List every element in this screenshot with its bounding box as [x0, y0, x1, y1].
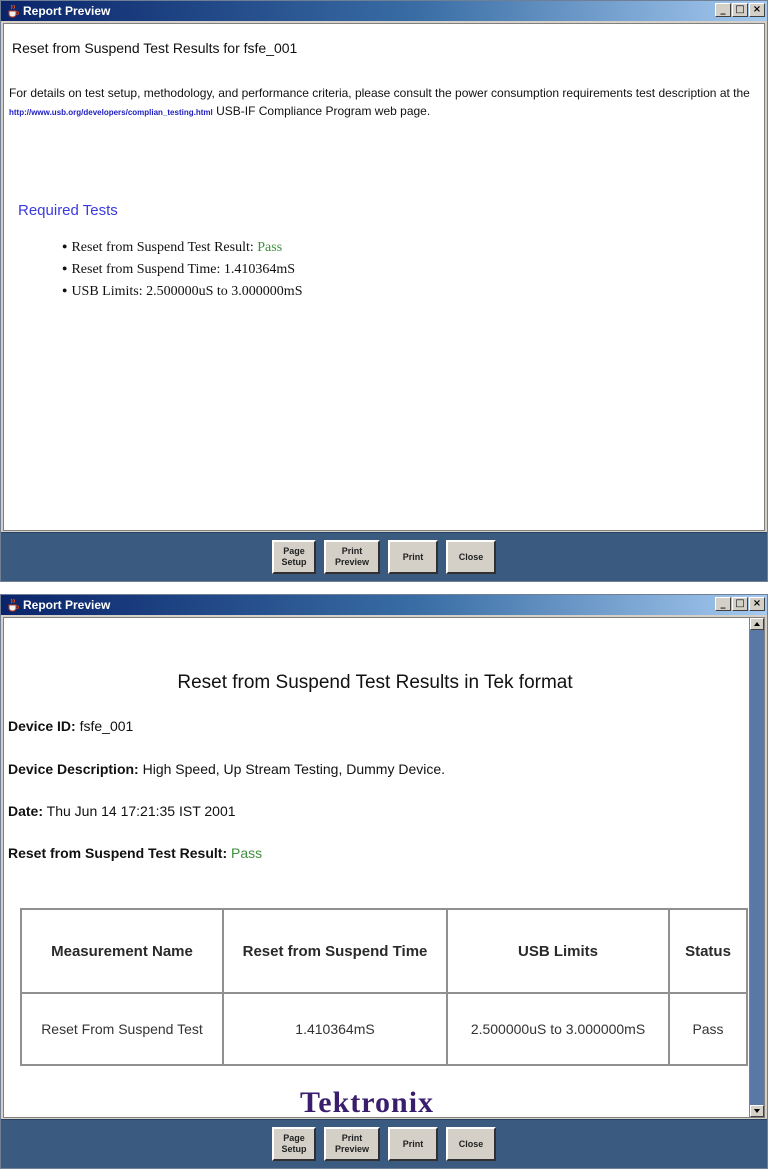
report-preview-window-2: Report Preview _ □ × Reset from Suspend …: [0, 594, 768, 1169]
column-header: USB Limits: [446, 908, 670, 994]
report-heading: Reset from Suspend Test Results for fsfe…: [12, 40, 298, 56]
vertical-scrollbar[interactable]: [749, 618, 764, 1117]
print-preview-button[interactable]: Print Preview: [324, 540, 380, 574]
intro-text: For details on test setup, methodology, …: [9, 86, 750, 100]
print-button[interactable]: Print: [388, 1127, 438, 1161]
java-cup-icon: [7, 598, 19, 612]
report-content: Reset from Suspend Test Results in Tek f…: [3, 617, 765, 1118]
column-header: Status: [668, 908, 748, 994]
list-item: USB Limits: 2.500000uS to 3.000000mS: [62, 280, 302, 302]
close-icon[interactable]: ×: [749, 597, 765, 611]
table-cell: Reset From Suspend Test: [20, 992, 224, 1066]
tektronix-logo: Tektronix: [300, 1086, 435, 1118]
close-button[interactable]: Close: [446, 540, 496, 574]
device-description-line: Device Description: High Speed, Up Strea…: [8, 761, 446, 777]
list-item: Reset from Suspend Test Result: Pass: [62, 236, 302, 258]
report-content: Reset from Suspend Test Results for fsfe…: [3, 23, 765, 531]
list-item: Reset from Suspend Time: 1.410364mS: [62, 258, 302, 280]
table-row: Reset From Suspend Test 1.410364mS 2.500…: [20, 992, 748, 1066]
tek-report-heading: Reset from Suspend Test Results in Tek f…: [177, 672, 573, 693]
date-line: Date: Thu Jun 14 17:21:35 IST 2001: [8, 803, 236, 819]
table-cell: 1.410364mS: [222, 992, 448, 1066]
button-bar: Page Setup Print Preview Print Close: [1, 532, 767, 581]
title-bar[interactable]: Report Preview _ □ ×: [1, 595, 767, 615]
page-setup-button[interactable]: Page Setup: [272, 1127, 316, 1161]
column-header: Measurement Name: [20, 908, 224, 994]
scroll-up-icon[interactable]: [750, 618, 764, 630]
results-table: Measurement Name Reset from Suspend Time…: [20, 908, 748, 1066]
column-header: Reset from Suspend Time: [222, 908, 448, 994]
status-pass: Pass: [231, 845, 263, 861]
button-bar: Page Setup Print Preview Print Close: [1, 1119, 767, 1168]
required-tests-heading: Required Tests: [18, 202, 118, 219]
intro-text-end: USB-IF Compliance Program web page.: [216, 104, 431, 118]
title-bar[interactable]: Report Preview _ □ ×: [1, 1, 767, 21]
status-pass: Pass: [668, 992, 748, 1066]
print-preview-button[interactable]: Print Preview: [324, 1127, 380, 1161]
status-pass: Pass: [257, 240, 283, 255]
page-setup-button[interactable]: Page Setup: [272, 540, 316, 574]
minimize-icon[interactable]: _: [715, 597, 731, 611]
table-cell: 2.500000uS to 3.000000mS: [446, 992, 670, 1066]
close-button[interactable]: Close: [446, 1127, 496, 1161]
close-icon[interactable]: ×: [749, 3, 765, 17]
compliance-link[interactable]: http://www.usb.org/developers/complian_t…: [9, 108, 213, 117]
java-cup-icon: [7, 4, 19, 18]
window-title: Report Preview: [23, 4, 111, 18]
report-preview-window-1: Report Preview _ □ × Reset from Suspend …: [0, 0, 768, 582]
required-tests-list: Reset from Suspend Test Result: Pass Res…: [62, 236, 302, 302]
print-button[interactable]: Print: [388, 540, 438, 574]
table-header-row: Measurement Name Reset from Suspend Time…: [20, 908, 748, 994]
result-line: Reset from Suspend Test Result: Pass: [8, 845, 263, 861]
window-title: Report Preview: [23, 598, 111, 612]
intro-paragraph: For details on test setup, methodology, …: [9, 84, 757, 122]
device-id-line: Device ID: fsfe_001: [8, 718, 134, 734]
maximize-icon[interactable]: □: [732, 3, 748, 17]
maximize-icon[interactable]: □: [732, 597, 748, 611]
scroll-down-icon[interactable]: [750, 1105, 764, 1117]
minimize-icon[interactable]: _: [715, 3, 731, 17]
